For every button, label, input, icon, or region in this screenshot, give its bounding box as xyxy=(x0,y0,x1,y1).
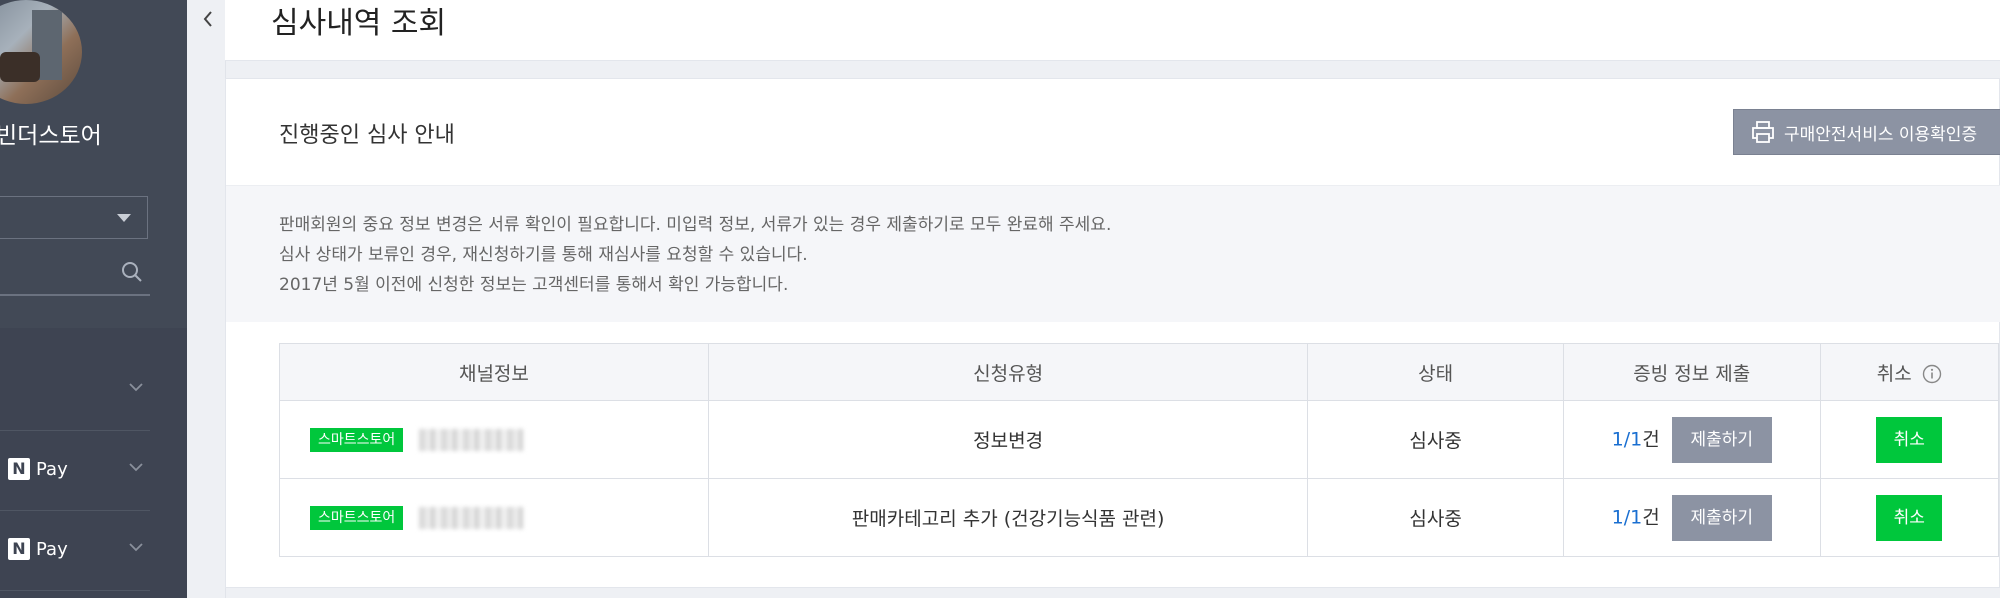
review-table: 채널정보 신청유형 상태 증빙 정보 제출 취소 스마트스토어 정보변경 심사중… xyxy=(279,343,2000,557)
status-cell: 심사중 xyxy=(1307,400,1564,479)
cancel-cell: 취소 xyxy=(1819,478,2000,557)
request-type-cell: 정보변경 xyxy=(707,400,1309,479)
proof-count[interactable]: 1/1 xyxy=(1612,506,1643,528)
print-button-label: 구매안전서비스 이용확인증 xyxy=(1784,124,1978,145)
sidebar-item-label: Pay xyxy=(36,458,68,480)
print-certificate-button[interactable]: 구매안전서비스 이용확인증 xyxy=(1733,109,2000,155)
table-row: 스마트스토어 판매카테고리 추가 (건강기능식품 관련) 심사중 1/1건 제출… xyxy=(279,478,2000,557)
channel-tag: 스마트스토어 xyxy=(310,505,404,530)
page-title: 심사내역 조회 xyxy=(271,6,447,41)
table-header-row: 채널정보 신청유형 상태 증빙 정보 제출 취소 xyxy=(279,343,2000,401)
proof-count[interactable]: 1/1 xyxy=(1612,428,1643,450)
notice-line: 판매회원의 중요 정보 변경은 서류 확인이 필요합니다. 미입력 정보, 서류… xyxy=(279,215,1112,235)
cancel-cell: 취소 xyxy=(1819,400,2000,479)
notice-box: 판매회원의 중요 정보 변경은 서류 확인이 필요합니다. 미입력 정보, 서류… xyxy=(226,185,2000,322)
notice-line: 2017년 5월 이전에 신청한 정보는 고객센터를 통해서 확인 가능합니다. xyxy=(279,275,789,295)
channel-cell: 스마트스토어 xyxy=(279,478,709,557)
review-status-card: 진행중인 심사 안내 구매안전서비스 이용확인증 판매회원의 중요 정보 변경은… xyxy=(225,78,2000,588)
search-icon[interactable] xyxy=(120,260,144,284)
submit-button[interactable]: 제출하기 xyxy=(1671,416,1772,463)
store-select[interactable] xyxy=(0,196,148,239)
sidebar-search-input[interactable] xyxy=(0,252,150,296)
status-cell: 심사중 xyxy=(1307,478,1564,557)
sidebar-item-npay[interactable]: N Pay xyxy=(0,432,150,511)
chevron-down-icon xyxy=(129,543,143,552)
column-header-proof: 증빙 정보 제출 xyxy=(1562,343,1821,401)
sidebar-collapse-strip xyxy=(187,0,226,598)
table-row: 스마트스토어 정보변경 심사중 1/1건 제출하기 취소 xyxy=(279,400,2000,479)
column-header-type: 신청유형 xyxy=(707,343,1309,401)
redacted-store-name xyxy=(419,506,524,529)
notice-line: 심사 상태가 보류인 경우, 재신청하기를 통해 재심사를 요청할 수 있습니다… xyxy=(279,245,808,265)
sidebar-item-npay[interactable]: N Pay xyxy=(0,512,150,591)
sidebar-menu-item[interactable] xyxy=(0,352,150,431)
chevron-down-icon xyxy=(117,214,131,222)
naver-pay-logo-icon: N xyxy=(8,538,30,560)
naver-pay-logo-icon: N xyxy=(8,458,30,480)
proof-cell: 1/1건 제출하기 xyxy=(1562,478,1821,557)
channel-cell: 스마트스토어 xyxy=(279,400,709,479)
chevron-left-icon[interactable] xyxy=(199,8,217,30)
chevron-down-icon xyxy=(129,383,143,392)
page-header: 심사내역 조회 xyxy=(225,0,2000,61)
printer-icon xyxy=(1752,121,1774,143)
store-name: 빈더스토어 xyxy=(0,123,102,149)
redacted-store-name xyxy=(419,428,524,451)
cancel-button[interactable]: 취소 xyxy=(1876,416,1943,463)
sidebar-profile-section: 빈더스토어 xyxy=(0,0,187,328)
chevron-down-icon xyxy=(129,463,143,472)
avatar xyxy=(0,0,82,104)
channel-tag: 스마트스토어 xyxy=(310,427,404,452)
column-header-cancel: 취소 xyxy=(1819,343,2000,401)
column-header-status: 상태 xyxy=(1307,343,1564,401)
cancel-button[interactable]: 취소 xyxy=(1876,494,1943,541)
column-header-channel: 채널정보 xyxy=(279,343,709,401)
sidebar-item-label: Pay xyxy=(36,538,68,560)
proof-cell: 1/1건 제출하기 xyxy=(1562,400,1821,479)
submit-button[interactable]: 제출하기 xyxy=(1671,494,1772,541)
card-title: 진행중인 심사 안내 xyxy=(279,123,455,148)
request-type-cell: 판매카테고리 추가 (건강기능식품 관련) xyxy=(707,478,1309,557)
info-icon[interactable] xyxy=(1922,364,1942,384)
sidebar: 빈더스토어 N Pay N Pay xyxy=(0,0,187,598)
